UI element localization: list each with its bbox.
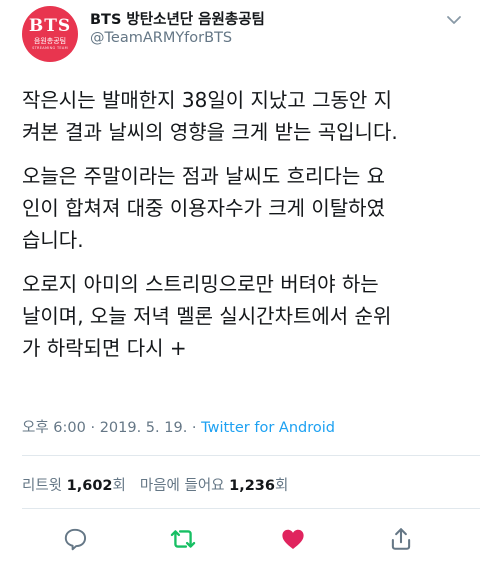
chevron-down-icon[interactable] <box>446 12 462 28</box>
divider <box>22 508 480 509</box>
user-handle[interactable]: @TeamARMYforBTS <box>90 30 232 46</box>
tweet-line: 인이 합쳐져 대중 이용자수가 크게 이탈하였 <box>22 196 385 220</box>
reply-icon <box>64 528 87 551</box>
tweet-line: 날이며, 오늘 저녁 멜론 실시간차트에서 순위 <box>22 304 392 328</box>
tweet-line: 습니다. <box>22 228 84 252</box>
tweet-paragraph: 오로지 아미의 스트리밍으로만 버텨야 하는 날이며, 오늘 저녁 멜론 실시간… <box>22 268 468 364</box>
tweet-paragraph: 작은시는 발매한지 38일이 지났고 그동안 지 켜본 결과 날씨의 영향을 크… <box>22 84 468 148</box>
tweet-line: 가 하락되면 다시 + <box>22 336 187 360</box>
tweet-line: 켜본 결과 날씨의 영향을 크게 받는 곡입니다. <box>22 120 398 144</box>
tweet-line: 작은시는 발매한지 38일이 지났고 그동안 지 <box>22 88 393 112</box>
display-name[interactable]: BTS 방탄소년단 음원총공팀 <box>90 8 265 29</box>
tweet-text: 작은시는 발매한지 38일이 지났고 그동안 지 켜본 결과 날씨의 영향을 크… <box>22 84 468 364</box>
likes-unit: 회 <box>275 478 289 494</box>
retweets-label: 리트윗 <box>22 478 63 494</box>
tweet-stats: 리트윗 1,602회 마음에 들어요 1,236회 <box>22 474 288 495</box>
avatar-logo-text: BTS <box>28 16 72 36</box>
avatar-caption: STREAMING TEAM <box>32 46 68 50</box>
tweet-paragraph: 오늘은 주말이라는 점과 날씨도 흐리다는 요 인이 합쳐져 대중 이용자수가 … <box>22 160 468 256</box>
share-button[interactable] <box>386 524 416 554</box>
meta-separator: · <box>187 420 202 436</box>
tweet-line: 오늘은 주말이라는 점과 날씨도 흐리다는 요 <box>22 164 385 188</box>
tweet-time: 오후 6:00 <box>22 420 86 436</box>
tweet-source-link[interactable]: Twitter for Android <box>201 420 335 436</box>
avatar-subtitle: 음원총공팀 <box>33 37 67 45</box>
action-bar <box>0 524 480 560</box>
retweets-count: 1,602 <box>66 478 113 494</box>
like-button[interactable] <box>278 524 308 554</box>
share-icon <box>391 528 411 550</box>
retweet-button[interactable] <box>168 524 198 554</box>
retweets-unit: 회 <box>112 478 126 494</box>
likes-count: 1,236 <box>229 478 275 494</box>
tweet-date: 2019. 5. 19. <box>99 420 188 436</box>
tweet-header: BTS 음원총공팀 STREAMING TEAM BTS 방탄소년단 음원총공팀… <box>0 0 480 72</box>
likes-label: 마음에 들어요 <box>139 478 225 494</box>
heart-icon <box>282 529 304 549</box>
likes-stat[interactable]: 마음에 들어요 1,236회 <box>140 478 288 494</box>
divider <box>22 455 480 456</box>
avatar[interactable]: BTS 음원총공팀 STREAMING TEAM <box>22 6 78 62</box>
tweet-line: 오로지 아미의 스트리밍으로만 버텨야 하는 <box>22 272 379 296</box>
retweets-stat[interactable]: 리트윗 1,602회 <box>22 478 126 494</box>
reply-button[interactable] <box>60 524 90 554</box>
tweet-meta: 오후 6:00 · 2019. 5. 19. · Twitter for And… <box>22 416 335 437</box>
retweet-icon <box>170 530 196 548</box>
meta-separator: · <box>85 420 100 436</box>
